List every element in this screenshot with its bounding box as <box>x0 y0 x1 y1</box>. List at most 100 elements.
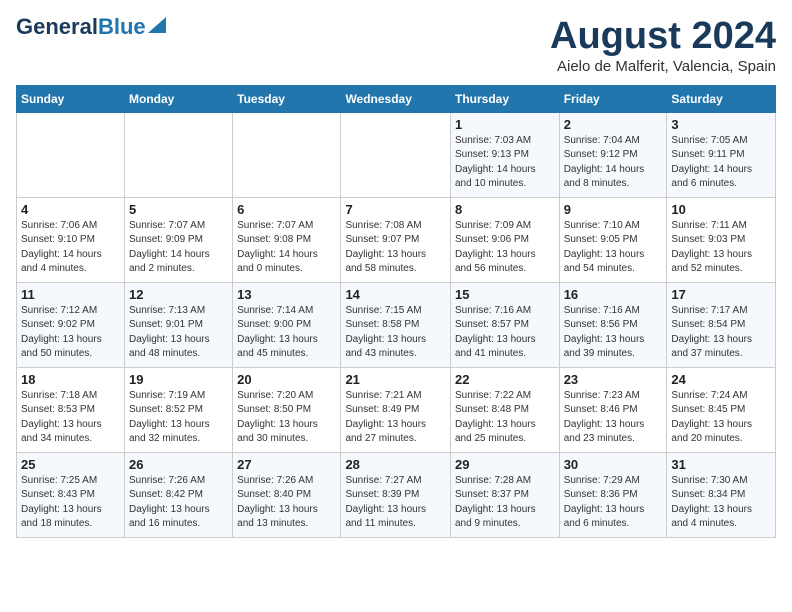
title-area: August 2024 Aielo de Malferit, Valencia,… <box>550 16 776 75</box>
day-number: 14 <box>345 287 446 302</box>
day-number: 11 <box>21 287 120 302</box>
calendar-cell: 25 Sunrise: 7:25 AM Sunset: 8:43 PM Dayli… <box>17 452 125 537</box>
calendar-cell: 19 Sunrise: 7:19 AM Sunset: 8:52 PM Dayli… <box>125 367 233 452</box>
calendar-cell: 16 Sunrise: 7:16 AM Sunset: 8:56 PM Dayli… <box>559 282 667 367</box>
page-header: GeneralBlue August 2024 Aielo de Malferi… <box>16 16 776 75</box>
day-header-row: SundayMondayTuesdayWednesdayThursdayFrid… <box>17 85 776 112</box>
week-row-2: 4Sunrise: 7:06 AM Sunset: 9:10 PM Daylig… <box>17 197 776 282</box>
day-info: Sunrise: 7:16 AM Sunset: 8:56 PM Dayligh… <box>564 304 663 362</box>
day-info: Sunrise: 7:23 AM Sunset: 8:46 PM Dayligh… <box>564 389 663 447</box>
day-info: Sunrise: 7:12 AM Sunset: 9:02 PM Dayligh… <box>21 304 120 362</box>
calendar-cell <box>17 112 125 197</box>
day-info: Sunrise: 7:10 AM Sunset: 9:05 PM Dayligh… <box>564 219 663 277</box>
day-number: 3 <box>671 117 771 132</box>
day-header-monday: Monday <box>125 85 233 112</box>
day-info: Sunrise: 7:15 AM Sunset: 8:58 PM Dayligh… <box>345 304 446 362</box>
day-number: 12 <box>129 287 228 302</box>
day-info: Sunrise: 7:08 AM Sunset: 9:07 PM Dayligh… <box>345 219 446 277</box>
day-info: Sunrise: 7:26 AM Sunset: 8:42 PM Dayligh… <box>129 474 228 532</box>
day-number: 13 <box>237 287 336 302</box>
day-number: 24 <box>671 372 771 387</box>
calendar-cell: 28Sunrise: 7:27 AM Sunset: 8:39 PM Dayli… <box>341 452 451 537</box>
day-info: Sunrise: 7:30 AM Sunset: 8:34 PM Dayligh… <box>671 474 771 532</box>
day-number: 19 <box>129 372 228 387</box>
day-number: 31 <box>671 457 771 472</box>
day-info: Sunrise: 7:04 AM Sunset: 9:12 PM Dayligh… <box>564 134 663 192</box>
week-row-4: 18 Sunrise: 7:18 AM Sunset: 8:53 PM Dayli… <box>17 367 776 452</box>
day-number: 18 <box>21 372 120 387</box>
calendar-cell: 12 Sunrise: 7:13 AM Sunset: 9:01 PM Dayli… <box>125 282 233 367</box>
day-info: Sunrise: 7:21 AM Sunset: 8:49 PM Dayligh… <box>345 389 446 447</box>
day-number: 27 <box>237 457 336 472</box>
day-number: 22 <box>455 372 555 387</box>
calendar-cell: 5 Sunrise: 7:07 AM Sunset: 9:09 PM Daylig… <box>125 197 233 282</box>
calendar-cell: 8 Sunrise: 7:09 AM Sunset: 9:06 PM Daylig… <box>450 197 559 282</box>
day-number: 29 <box>455 457 555 472</box>
day-number: 6 <box>237 202 336 217</box>
day-info: Sunrise: 7:07 AM Sunset: 9:08 PM Dayligh… <box>237 219 336 277</box>
calendar-cell: 27 Sunrise: 7:26 AM Sunset: 8:40 PM Dayli… <box>233 452 341 537</box>
calendar-cell: 2 Sunrise: 7:04 AM Sunset: 9:12 PM Daylig… <box>559 112 667 197</box>
calendar-cell: 20 Sunrise: 7:20 AM Sunset: 8:50 PM Dayli… <box>233 367 341 452</box>
logo-icon <box>148 17 166 33</box>
day-number: 1 <box>455 117 555 132</box>
day-info: Sunrise: 7:09 AM Sunset: 9:06 PM Dayligh… <box>455 219 555 277</box>
day-info: Sunrise: 7:11 AM Sunset: 9:03 PM Dayligh… <box>671 219 771 277</box>
day-info: Sunrise: 7:13 AM Sunset: 9:01 PM Dayligh… <box>129 304 228 362</box>
day-info: Sunrise: 7:24 AM Sunset: 8:45 PM Dayligh… <box>671 389 771 447</box>
day-info: Sunrise: 7:07 AM Sunset: 9:09 PM Dayligh… <box>129 219 228 277</box>
calendar-table: SundayMondayTuesdayWednesdayThursdayFrid… <box>16 85 776 538</box>
day-number: 9 <box>564 202 663 217</box>
calendar-cell <box>341 112 451 197</box>
day-number: 20 <box>237 372 336 387</box>
calendar-cell: 15 Sunrise: 7:16 AM Sunset: 8:57 PM Dayli… <box>450 282 559 367</box>
location-subtitle: Aielo de Malferit, Valencia, Spain <box>550 58 776 75</box>
day-number: 30 <box>564 457 663 472</box>
day-header-friday: Friday <box>559 85 667 112</box>
day-number: 4 <box>21 202 120 217</box>
week-row-3: 11 Sunrise: 7:12 AM Sunset: 9:02 PM Dayli… <box>17 282 776 367</box>
day-info: Sunrise: 7:14 AM Sunset: 9:00 PM Dayligh… <box>237 304 336 362</box>
day-info: Sunrise: 7:29 AM Sunset: 8:36 PM Dayligh… <box>564 474 663 532</box>
calendar-cell: 17Sunrise: 7:17 AM Sunset: 8:54 PM Dayli… <box>667 282 776 367</box>
calendar-cell: 1 Sunrise: 7:03 AM Sunset: 9:13 PM Daylig… <box>450 112 559 197</box>
day-number: 7 <box>345 202 446 217</box>
calendar-cell: 31 Sunrise: 7:30 AM Sunset: 8:34 PM Dayli… <box>667 452 776 537</box>
day-info: Sunrise: 7:26 AM Sunset: 8:40 PM Dayligh… <box>237 474 336 532</box>
calendar-cell <box>233 112 341 197</box>
calendar-cell: 18 Sunrise: 7:18 AM Sunset: 8:53 PM Dayli… <box>17 367 125 452</box>
day-info: Sunrise: 7:22 AM Sunset: 8:48 PM Dayligh… <box>455 389 555 447</box>
day-info: Sunrise: 7:18 AM Sunset: 8:53 PM Dayligh… <box>21 389 120 447</box>
day-number: 25 <box>21 457 120 472</box>
day-number: 2 <box>564 117 663 132</box>
logo: GeneralBlue <box>16 16 166 38</box>
calendar-cell: 14 Sunrise: 7:15 AM Sunset: 8:58 PM Dayli… <box>341 282 451 367</box>
calendar-cell: 3 Sunrise: 7:05 AM Sunset: 9:11 PM Daylig… <box>667 112 776 197</box>
day-number: 28 <box>345 457 446 472</box>
day-number: 15 <box>455 287 555 302</box>
day-info: Sunrise: 7:19 AM Sunset: 8:52 PM Dayligh… <box>129 389 228 447</box>
day-number: 10 <box>671 202 771 217</box>
day-number: 16 <box>564 287 663 302</box>
day-info: Sunrise: 7:25 AM Sunset: 8:43 PM Dayligh… <box>21 474 120 532</box>
calendar-cell: 10 Sunrise: 7:11 AM Sunset: 9:03 PM Dayli… <box>667 197 776 282</box>
day-header-tuesday: Tuesday <box>233 85 341 112</box>
day-header-wednesday: Wednesday <box>341 85 451 112</box>
day-info: Sunrise: 7:16 AM Sunset: 8:57 PM Dayligh… <box>455 304 555 362</box>
week-row-5: 25 Sunrise: 7:25 AM Sunset: 8:43 PM Dayli… <box>17 452 776 537</box>
day-number: 21 <box>345 372 446 387</box>
month-year-title: August 2024 <box>550 16 776 58</box>
day-header-thursday: Thursday <box>450 85 559 112</box>
day-number: 26 <box>129 457 228 472</box>
day-info: Sunrise: 7:03 AM Sunset: 9:13 PM Dayligh… <box>455 134 555 192</box>
day-info: Sunrise: 7:05 AM Sunset: 9:11 PM Dayligh… <box>671 134 771 192</box>
day-number: 23 <box>564 372 663 387</box>
day-header-sunday: Sunday <box>17 85 125 112</box>
day-number: 5 <box>129 202 228 217</box>
day-info: Sunrise: 7:28 AM Sunset: 8:37 PM Dayligh… <box>455 474 555 532</box>
day-number: 8 <box>455 202 555 217</box>
day-info: Sunrise: 7:20 AM Sunset: 8:50 PM Dayligh… <box>237 389 336 447</box>
calendar-cell: 26 Sunrise: 7:26 AM Sunset: 8:42 PM Dayli… <box>125 452 233 537</box>
calendar-cell: 4Sunrise: 7:06 AM Sunset: 9:10 PM Daylig… <box>17 197 125 282</box>
day-info: Sunrise: 7:17 AM Sunset: 8:54 PM Dayligh… <box>671 304 771 362</box>
